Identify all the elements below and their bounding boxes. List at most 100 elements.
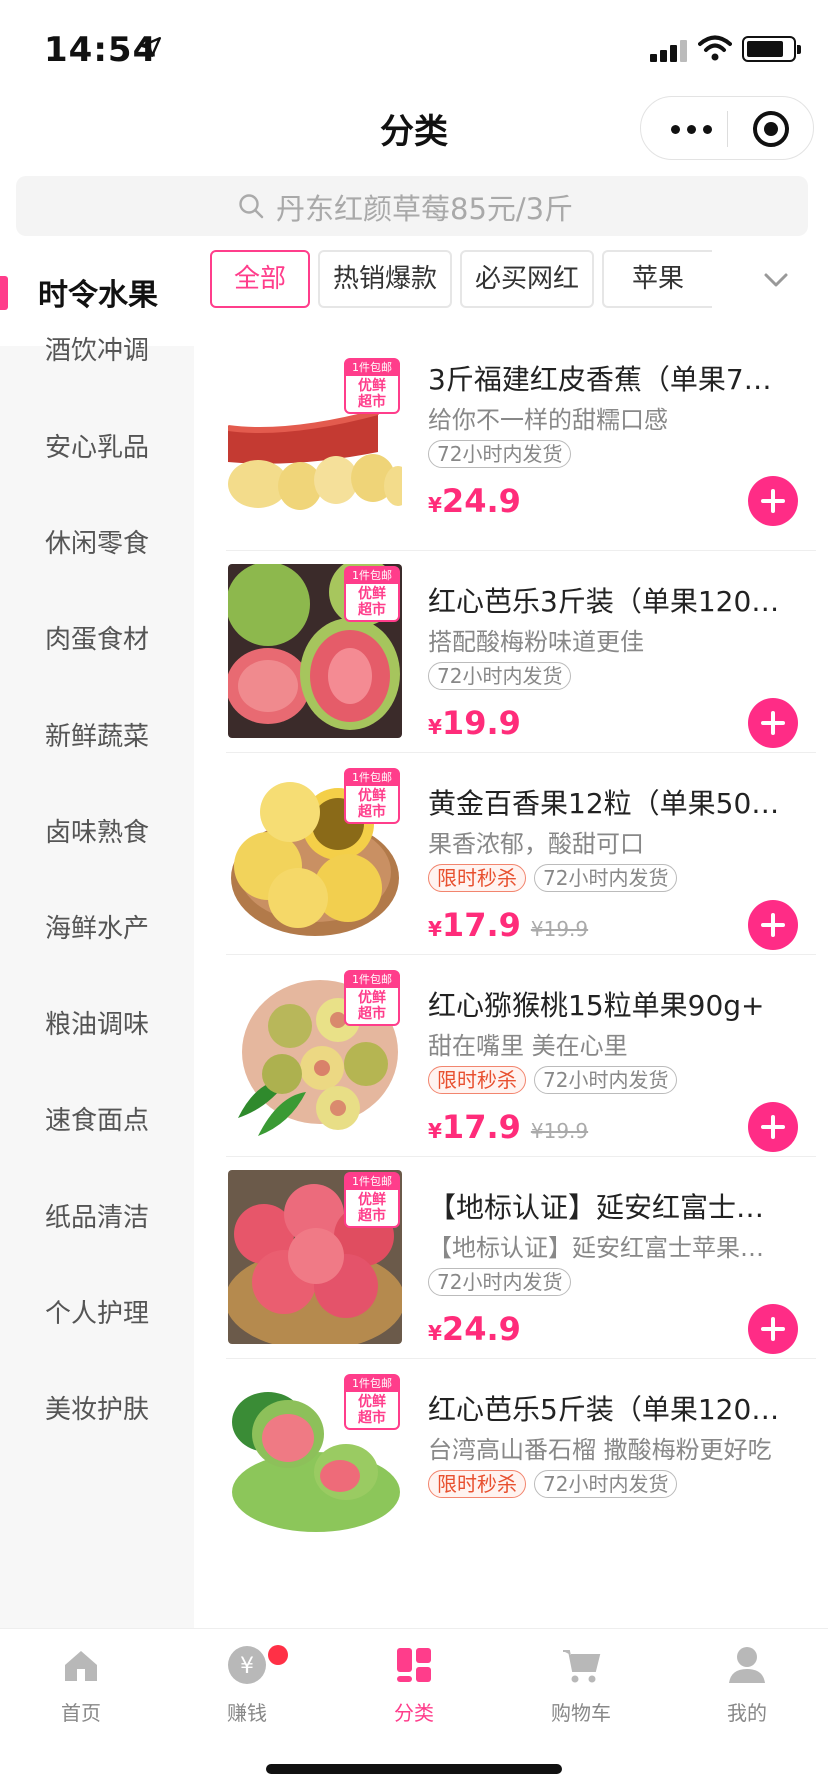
- search-bar[interactable]: 丹东红颜草莓85元/3斤: [16, 176, 808, 236]
- tab-category[interactable]: 分类: [359, 1645, 469, 1725]
- badge-line3: 超市: [358, 1006, 386, 1022]
- currency-symbol: ¥: [428, 493, 442, 517]
- product-labels: 限时秒杀 72小时内发货: [428, 1470, 685, 1500]
- product-title[interactable]: 【地标认证】延安红富士…: [428, 1186, 798, 1226]
- close-target-icon[interactable]: [753, 111, 789, 147]
- product-image-kiwi[interactable]: 1件包邮 优鲜 超市: [228, 968, 402, 1142]
- sidebar-item[interactable]: 美妆护肤: [0, 1355, 194, 1465]
- tag-all[interactable]: 全部: [210, 250, 310, 308]
- sidebar-item[interactable]: 肉蛋食材: [0, 585, 194, 695]
- product-title[interactable]: 红心芭乐5斤装（单果120…: [428, 1388, 798, 1428]
- search-icon: [239, 194, 264, 219]
- product-title[interactable]: 黄金百香果12粒（单果50…: [428, 782, 798, 822]
- divider: [226, 954, 816, 955]
- product-card[interactable]: 1件包邮 优鲜 超市 红心猕猴桃15粒单果90g+ 甜在嘴里 美在心里 限时秒杀…: [194, 954, 828, 1184]
- currency-symbol: ¥: [428, 715, 442, 739]
- product-card[interactable]: 1件包邮 优鲜 超市 黄金百香果12粒（单果50… 果香浓郁，酸甜可口 限时秒杀…: [194, 752, 828, 982]
- flash-sale-label: 限时秒杀: [428, 1470, 526, 1498]
- product-subtitle: 搭配酸梅粉味道更佳: [428, 628, 644, 656]
- flash-sale-label: 限时秒杀: [428, 1066, 526, 1094]
- yen-coin-icon: ¥: [228, 1646, 266, 1684]
- wifi-icon: [698, 35, 732, 61]
- product-card[interactable]: 1件包邮 优鲜 超市 红心芭乐3斤装（单果120… 搭配酸梅粉味道更佳 72小时…: [194, 550, 828, 780]
- svg-text:¥: ¥: [240, 1654, 254, 1679]
- tab-label: 赚钱: [227, 1701, 267, 1725]
- badge-line1: 1件包邮: [346, 360, 398, 376]
- product-image-passion-fruit[interactable]: 1件包邮 优鲜 超市: [228, 766, 402, 940]
- sidebar-item[interactable]: 酒饮冲调: [0, 296, 194, 406]
- more-icon[interactable]: [667, 113, 719, 143]
- sidebar-item[interactable]: 粮油调味: [0, 970, 194, 1080]
- product-subtitle: 果香浓郁，酸甜可口: [428, 830, 644, 858]
- product-image-guava[interactable]: 1件包邮 优鲜 超市: [228, 564, 402, 738]
- sidebar-item[interactable]: 新鲜蔬菜: [0, 682, 194, 792]
- add-to-cart-button[interactable]: [748, 1304, 798, 1354]
- tag-hot[interactable]: 热销爆款: [318, 250, 452, 308]
- shipping-label: 72小时内发货: [534, 864, 678, 892]
- product-subtitle: 甜在嘴里 美在心里: [428, 1032, 628, 1060]
- add-to-cart-button[interactable]: [748, 698, 798, 748]
- product-subtitle: 【地标认证】延安红富士苹果…: [428, 1234, 764, 1262]
- badge-line1: 1件包邮: [346, 972, 398, 988]
- tab-label: 首页: [61, 1701, 101, 1725]
- product-price: ¥17.9 ¥19.9: [428, 1108, 588, 1146]
- price-value: 17.9: [441, 1108, 521, 1146]
- price-value: 24.9: [441, 482, 521, 520]
- sidebar-item[interactable]: 速食面点: [0, 1066, 194, 1176]
- currency-symbol: ¥: [428, 917, 442, 941]
- cart-icon: [563, 1650, 601, 1683]
- product-subtitle: 台湾高山番石榴 撒酸梅粉更好吃: [428, 1436, 772, 1464]
- search-placeholder[interactable]: 丹东红颜草莓85元/3斤: [276, 186, 573, 228]
- badge-line2: 优鲜: [358, 1394, 386, 1410]
- sidebar-item[interactable]: 纸品清洁: [0, 1163, 194, 1273]
- tag-apple[interactable]: 苹果: [602, 250, 712, 308]
- badge-line2: 优鲜: [358, 788, 386, 804]
- badge-line1: 1件包邮: [346, 770, 398, 786]
- divider: [226, 1358, 816, 1359]
- add-to-cart-button[interactable]: [748, 1102, 798, 1152]
- chevron-down-icon[interactable]: [762, 266, 790, 294]
- product-title[interactable]: 红心猕猴桃15粒单果90g+: [428, 984, 798, 1024]
- product-title[interactable]: 红心芭乐3斤装（单果120…: [428, 580, 798, 620]
- signal-icon: [650, 38, 690, 62]
- badge-line3: 超市: [358, 394, 386, 410]
- tab-label: 我的: [727, 1701, 767, 1725]
- add-to-cart-button[interactable]: [748, 476, 798, 526]
- add-to-cart-button[interactable]: [748, 900, 798, 950]
- price-value: 19.9: [441, 704, 521, 742]
- product-labels: 限时秒杀 72小时内发货: [428, 1066, 685, 1096]
- product-price: ¥24.9: [428, 482, 521, 520]
- tab-profile[interactable]: 我的: [692, 1645, 802, 1725]
- product-image-banana[interactable]: 1件包邮 优鲜 超市: [228, 356, 402, 530]
- product-labels: 72小时内发货: [428, 440, 579, 470]
- sidebar-item[interactable]: 个人护理: [0, 1259, 194, 1369]
- product-title[interactable]: 3斤福建红皮香蕉（单果7…: [428, 358, 798, 398]
- product-price: ¥17.9 ¥19.9: [428, 906, 588, 944]
- tab-home[interactable]: 首页: [26, 1645, 136, 1725]
- product-card[interactable]: 1件包邮 优鲜 超市 3斤福建红皮香蕉（单果7… 给你不一样的甜糯口感 72小时…: [194, 348, 828, 578]
- category-icon: [397, 1648, 431, 1682]
- tab-label: 分类: [394, 1701, 434, 1725]
- product-card[interactable]: 1件包邮 优鲜 超市 红心芭乐5斤装（单果120… 台湾高山番石榴 撒酸梅粉更好…: [194, 1358, 828, 1628]
- tab-cart[interactable]: 购物车: [526, 1645, 636, 1725]
- sidebar-item[interactable]: 休闲零食: [0, 489, 194, 599]
- product-image-guava-5jin[interactable]: 1件包邮 优鲜 超市: [228, 1372, 402, 1546]
- notification-dot: [268, 1645, 288, 1665]
- product-labels: 限时秒杀 72小时内发货: [428, 864, 685, 894]
- shipping-label: 72小时内发货: [428, 1268, 572, 1296]
- sidebar-item[interactable]: 安心乳品: [0, 393, 194, 503]
- capsule-divider: [727, 111, 728, 147]
- home-indicator: [266, 1764, 562, 1774]
- product-image-apple[interactable]: 1件包邮 优鲜 超市: [228, 1170, 402, 1344]
- shipping-label: 72小时内发货: [534, 1066, 678, 1094]
- currency-symbol: ¥: [428, 1119, 442, 1143]
- badge-line2: 优鲜: [358, 1192, 386, 1208]
- sidebar-item[interactable]: 卤味熟食: [0, 778, 194, 888]
- free-shipping-badge: 1件包邮 优鲜 超市: [344, 1172, 400, 1228]
- mini-program-capsule: [640, 96, 814, 160]
- original-price: ¥19.9: [530, 1119, 589, 1143]
- badge-line3: 超市: [358, 1208, 386, 1224]
- tag-must-buy[interactable]: 必买网红: [460, 250, 594, 308]
- sidebar-item[interactable]: 海鲜水产: [0, 874, 194, 984]
- product-card[interactable]: 1件包邮 优鲜 超市 【地标认证】延安红富士… 【地标认证】延安红富士苹果… 7…: [194, 1156, 828, 1386]
